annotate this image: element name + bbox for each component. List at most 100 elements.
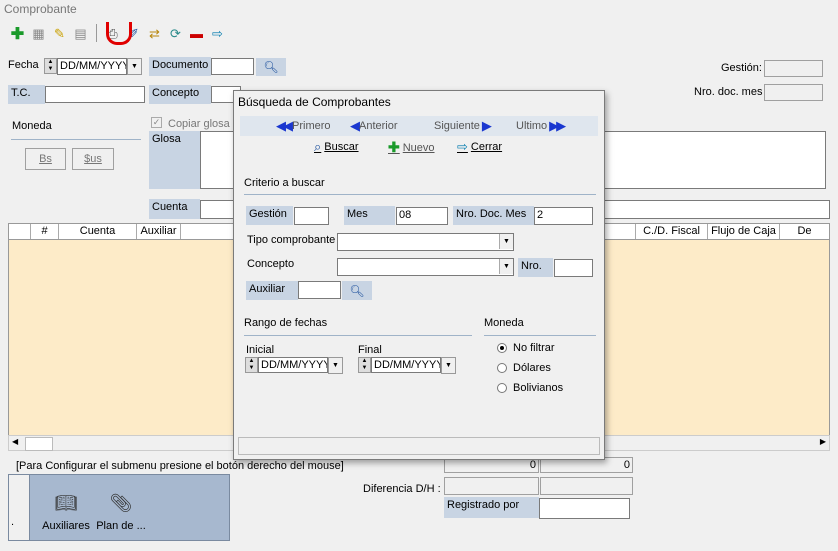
edit-pencil-icon[interactable]: ✎: [50, 24, 69, 43]
search-icon: 🔍︎: [263, 60, 279, 74]
documento-input[interactable]: [211, 58, 254, 75]
scroll-left-icon[interactable]: ◀: [12, 437, 18, 446]
plan-shortcut[interactable]: 📎︎ Plan de ...: [93, 493, 149, 532]
radio-dolares[interactable]: Dólares: [497, 362, 551, 374]
toolbar-separator: [96, 24, 97, 42]
chevron-down-icon[interactable]: ▼: [127, 58, 142, 75]
col-auxiliar[interactable]: Auxiliar: [137, 224, 181, 239]
col-select[interactable]: [9, 224, 31, 239]
exit-icon: ⇨: [457, 139, 468, 154]
col-de[interactable]: De: [780, 224, 829, 239]
diferencia-label: Diferencia D/H :: [363, 483, 441, 495]
shortcut-panel: . 📖︎ Auxiliares 📎︎ Plan de ...: [8, 474, 230, 541]
document-icon[interactable]: ▦: [29, 24, 48, 43]
fecha-date-picker[interactable]: ▲ ▼ DD/MM/YYYY ▼: [44, 58, 142, 75]
cerrar-label: Cerrar: [470, 141, 503, 153]
radio-empty-icon[interactable]: [497, 383, 507, 393]
search-dialog: Búsqueda de Comprobantes ◀◀ Primero ◀ An…: [233, 90, 605, 460]
spin-icon[interactable]: ▲ ▼: [245, 357, 258, 373]
concepto-label: Concepto: [149, 85, 211, 104]
next-icon: ▶: [481, 118, 492, 133]
radio-no-filtrar[interactable]: No filtrar: [497, 342, 555, 354]
cerrar-button[interactable]: ⇨ Cerrar: [457, 139, 502, 155]
nuevo-button[interactable]: ✚ Nuevo: [388, 139, 435, 156]
spin-icon[interactable]: ▲ ▼: [358, 357, 371, 373]
auxiliares-label: Auxiliares: [42, 520, 90, 532]
radio-empty-icon[interactable]: [497, 363, 507, 373]
glosa-label: Glosa: [149, 131, 200, 189]
diferencia-field-2: [540, 477, 633, 495]
moneda-label: Moneda: [12, 120, 52, 132]
nuevo-label: Nuevo: [402, 141, 435, 154]
siguiente-label: Siguiente: [434, 120, 480, 132]
panel-handle[interactable]: .: [9, 475, 30, 540]
config-hint: [Para Configurar el submenu presione el …: [16, 460, 344, 472]
scroll-right-icon[interactable]: ▶: [820, 437, 826, 446]
binder-icon: 📎︎: [109, 493, 133, 513]
gestion-field: [764, 60, 823, 77]
dlg-auxiliar-label: Auxiliar: [246, 281, 298, 300]
fecha-input[interactable]: DD/MM/YYYY: [57, 58, 127, 75]
final-date-picker[interactable]: ▲ ▼ DD/MM/YYYY ▼: [358, 357, 456, 374]
plan-label: Plan de ...: [96, 520, 146, 532]
ultimo-button[interactable]: Ultimo ▶▶: [516, 118, 566, 134]
dlg-gestion-input[interactable]: [294, 207, 329, 225]
radio-selected-icon[interactable]: [497, 343, 507, 353]
dlg-gestion-label: Gestión: [246, 206, 293, 225]
col-flujo-caja[interactable]: Flujo de Caja: [708, 224, 780, 239]
nro-doc-mes-label: Nro. doc. mes: [694, 86, 763, 98]
highlight-ring: [106, 22, 132, 45]
concepto-select[interactable]: ▼: [337, 258, 514, 276]
buscar-label: Buscar: [324, 141, 359, 153]
bs-button[interactable]: Bs: [25, 148, 66, 170]
dlg-auxiliar-input[interactable]: [298, 281, 341, 299]
documento-search-button[interactable]: 🔍︎: [256, 58, 286, 76]
delete-icon[interactable]: ▬: [187, 24, 206, 43]
tc-input[interactable]: [45, 86, 145, 103]
anterior-button[interactable]: ◀ Anterior: [350, 118, 398, 134]
col-cd-fiscal[interactable]: C./D. Fiscal: [636, 224, 708, 239]
final-label: Final: [358, 344, 382, 356]
spin-icon[interactable]: ▲ ▼: [44, 58, 57, 74]
documento-label: Documento: [149, 57, 211, 76]
first-icon: ◀◀: [276, 118, 293, 133]
gestion-label: Gestión:: [721, 62, 762, 74]
anterior-label: Anterior: [359, 120, 398, 132]
chevron-down-icon[interactable]: ▼: [328, 357, 343, 374]
radio-bolivianos[interactable]: Bolivianos: [497, 382, 563, 394]
chevron-down-icon[interactable]: ▼: [499, 234, 513, 249]
rango-label: Rango de fechas: [244, 317, 328, 329]
binoculars-icon: ⌕: [314, 139, 322, 154]
inicial-date-picker[interactable]: ▲ ▼ DD/MM/YYYY ▼: [245, 357, 343, 374]
dlg-mes-label: Mes: [344, 206, 395, 225]
tipo-label: Tipo comprobante: [247, 234, 336, 246]
refresh-icon[interactable]: ⟳: [166, 24, 185, 43]
col-cuenta[interactable]: Cuenta: [59, 224, 137, 239]
copiar-glosa-checkbox[interactable]: ✓: [151, 117, 162, 128]
chevron-down-icon[interactable]: ▼: [499, 259, 513, 274]
primero-button[interactable]: ◀◀ Primero: [276, 118, 331, 134]
dlg-nro-doc-mes-input[interactable]: 2: [534, 207, 593, 225]
scroll-thumb[interactable]: [25, 437, 53, 451]
divider: [11, 139, 141, 140]
cuenta-label: Cuenta: [149, 199, 200, 219]
auxiliar-search-button[interactable]: 🔍︎: [342, 281, 372, 300]
radio-no-filtrar-label: No filtrar: [513, 342, 555, 354]
exit-icon[interactable]: ⇨: [208, 24, 227, 43]
last-icon: ▶▶: [549, 118, 566, 133]
chevron-down-icon[interactable]: ▼: [441, 357, 456, 374]
registrado-field: [539, 498, 630, 519]
transfer-icon[interactable]: ⇄: [145, 24, 164, 43]
inicial-input[interactable]: DD/MM/YYYY: [258, 357, 328, 373]
final-input[interactable]: DD/MM/YYYY: [371, 357, 441, 373]
tipo-select[interactable]: ▼: [337, 233, 514, 251]
siguiente-button[interactable]: Siguiente ▶: [434, 118, 492, 134]
auxiliares-shortcut[interactable]: 📖︎ Auxiliares: [41, 493, 91, 532]
grid-icon[interactable]: ▤: [71, 24, 90, 43]
sus-button[interactable]: $us: [72, 148, 114, 170]
dlg-mes-input[interactable]: 08: [396, 207, 448, 225]
add-icon[interactable]: ✚: [8, 24, 27, 43]
col-number[interactable]: #: [31, 224, 59, 239]
nro-input[interactable]: [554, 259, 593, 277]
buscar-button[interactable]: ⌕ Buscar: [314, 139, 359, 155]
